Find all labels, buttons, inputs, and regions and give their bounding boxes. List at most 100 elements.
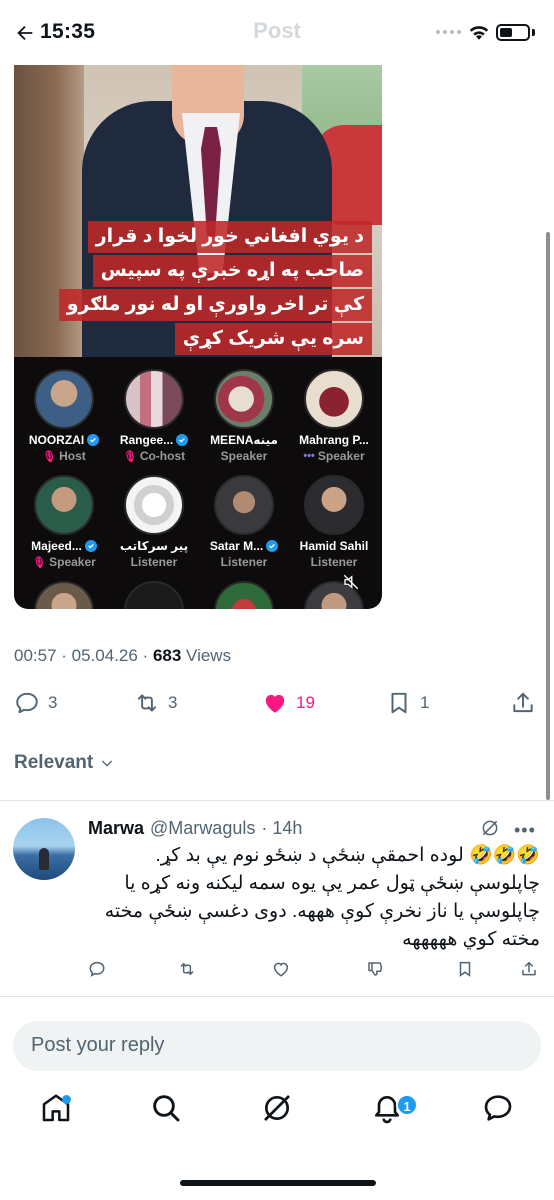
reply-icon (16, 692, 38, 714)
grok-icon[interactable] (480, 818, 500, 838)
speaker-role: Speaker (220, 449, 268, 463)
microphone-icon: 🎙 (42, 450, 57, 463)
home-indicator[interactable] (180, 1180, 376, 1186)
bookmark-count: 1 (420, 693, 430, 712)
composer-placeholder: Post your reply (31, 1034, 165, 1056)
repost-count: 3 (168, 693, 178, 712)
reply-text: 🤣🤣🤣 لوده احمقې ښځې د ښځو نوم یې بد کړ. چ… (104, 845, 540, 950)
bookmark-icon (391, 692, 407, 714)
heart-icon[interactable] (272, 960, 290, 978)
speaker-item (18, 581, 110, 609)
messages-icon[interactable] (482, 1092, 514, 1124)
caption-line: د یوي افغاني خور لخوا د قرار (87, 221, 372, 253)
speaker-name: Hamid Sahil (299, 539, 369, 553)
speaker-avatar (214, 369, 274, 429)
speaker-name: Satar M... (209, 539, 264, 553)
grok-icon[interactable] (261, 1092, 293, 1124)
media-photo: د یوي افغاني خور لخوا د قرار صاحب په اړه… (14, 65, 382, 357)
speaker-role: Host (59, 449, 86, 463)
verified-badge-icon (266, 540, 279, 552)
speaker-item: Majeed... 🎙 Speaker (18, 475, 110, 569)
dots-icon: ••• (303, 450, 315, 462)
reply-time: · 14h (261, 818, 303, 838)
speaker-name: پیر سرکاتب (119, 539, 189, 553)
speaker-item: پیر سرکاتب Listener (108, 475, 200, 569)
speaker-avatar (124, 369, 184, 429)
speaker-item: MEENAمینه Speaker (198, 369, 290, 463)
microphone-icon: 🎙 (122, 450, 137, 463)
bookmark-icon[interactable] (456, 960, 474, 978)
speaker-avatar (124, 581, 184, 609)
speaker-item (198, 581, 290, 609)
avatar[interactable] (13, 818, 75, 880)
reply-header: Marwa @Marwaguls · 14h (88, 818, 302, 839)
speaker-avatar (214, 475, 274, 535)
speaker-name: Majeed... (31, 539, 82, 553)
post-meta: 00:57 · 05.04.26 · 683 Views (14, 646, 231, 666)
more-options-icon[interactable]: ••• (514, 820, 536, 841)
sort-label: Relevant (14, 752, 94, 773)
share-button[interactable] (510, 690, 536, 716)
caption-line: سره یې شریک کړې (174, 323, 372, 355)
battery-icon (496, 24, 530, 41)
speaker-role: Speaker (49, 555, 96, 569)
verified-badge-icon (176, 434, 189, 446)
share-icon (513, 692, 533, 713)
speaker-avatar (34, 369, 94, 429)
microphone-icon: 🎙 (32, 556, 47, 569)
verified-badge-icon (87, 434, 100, 446)
notification-badge: 1 (396, 1094, 418, 1116)
reply-composer-input[interactable]: Post your reply (13, 1021, 541, 1071)
repost-icon (137, 694, 157, 712)
reply-author-name[interactable]: Marwa (88, 818, 144, 839)
search-icon[interactable] (150, 1092, 182, 1124)
space-speakers-grid: NOORZAI 🎙 Host Rangee... 🎙 Co-host MEENAمی… (14, 357, 382, 609)
like-button[interactable]: 19 (262, 690, 315, 716)
reply-actions (88, 960, 540, 982)
muted-speaker-icon[interactable] (342, 573, 360, 591)
share-icon[interactable] (520, 960, 538, 978)
repost-button[interactable]: 3 (134, 690, 177, 716)
speaker-name: MEENAمینه (210, 433, 278, 447)
repost-icon[interactable] (178, 960, 196, 978)
status-bar: 15:35 Post (0, 0, 554, 62)
speaker-item: Hamid Sahil Listener (288, 475, 380, 569)
reply-author-handle: @Marwaguls (150, 818, 256, 838)
reply-icon[interactable] (88, 960, 106, 978)
post-timestamp: 00:57 · 05.04.26 · (14, 646, 153, 665)
speaker-avatar (304, 369, 364, 429)
speaker-item: Satar M... Listener (198, 475, 290, 569)
speaker-item: Rangee... 🎙 Co-host (108, 369, 200, 463)
new-posts-dot (62, 1095, 71, 1104)
caption-line: کې تر اخر واورې او له نور ملګرو (58, 289, 372, 321)
divider (0, 800, 554, 801)
views-label: Views (181, 646, 232, 665)
reply-sort-dropdown[interactable]: Relevant (14, 752, 115, 774)
speaker-name: Mahrang P... (299, 433, 369, 447)
speaker-name: NOORZAI (28, 433, 85, 447)
like-count: 19 (296, 693, 315, 712)
speaker-avatar (34, 475, 94, 535)
speaker-role: Speaker (317, 449, 365, 463)
divider (0, 996, 554, 997)
speaker-avatar (34, 581, 94, 609)
reply-post[interactable]: Marwa @Marwaguls · 14h ••• 🤣🤣🤣 لوده احمق… (0, 802, 554, 992)
speaker-item (108, 581, 200, 609)
views-count: 683 (152, 646, 182, 665)
speaker-avatar (304, 475, 364, 535)
speaker-item (288, 581, 380, 609)
reply-count: 3 (48, 693, 58, 712)
speaker-avatar (124, 475, 184, 535)
speaker-name: Rangee... (119, 433, 174, 447)
bookmark-button[interactable]: 1 (386, 690, 429, 716)
post-media-image[interactable]: د یوي افغاني خور لخوا د قرار صاحب په اړه… (14, 65, 382, 609)
scrollbar[interactable] (546, 232, 550, 800)
wifi-icon (469, 26, 489, 40)
chevron-down-icon (102, 760, 113, 767)
heart-filled-icon (265, 694, 285, 713)
verified-badge-icon (84, 540, 97, 552)
speaker-item: Mahrang P... ••• Speaker (288, 369, 380, 463)
reply-button[interactable]: 3 (14, 690, 57, 716)
dislike-icon[interactable] (366, 960, 384, 978)
speaker-role: Listener (310, 555, 358, 569)
